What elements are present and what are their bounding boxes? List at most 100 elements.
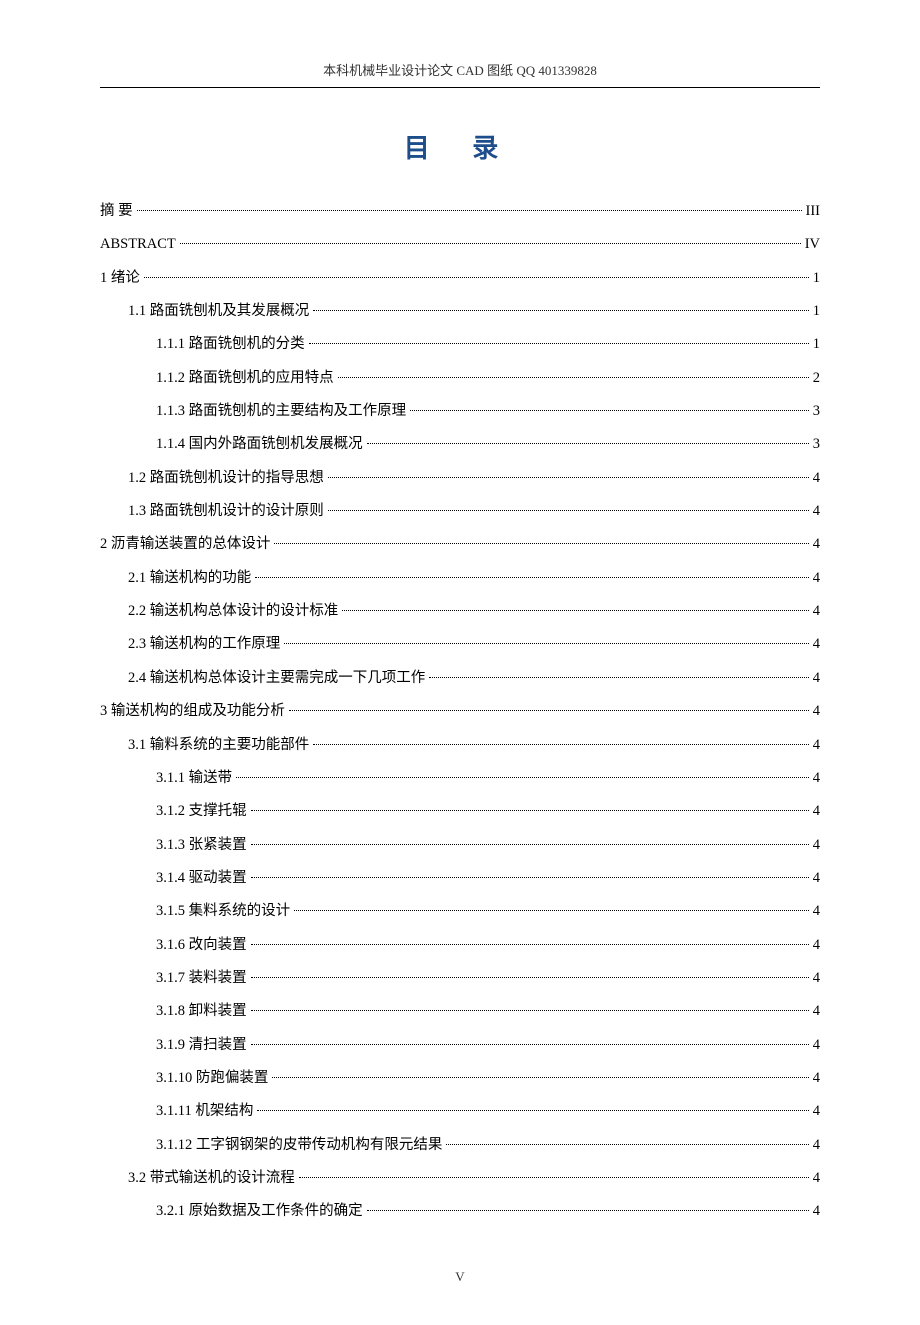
toc-entry: 3.1.9 清扫装置 4 (100, 1029, 820, 1062)
toc-entry: 3 输送机构的组成及功能分析4 (100, 695, 820, 728)
toc-entry-page: 4 (813, 1029, 820, 1062)
toc-entry: 2.3 输送机构的工作原理4 (100, 628, 820, 661)
toc-entry-label: ABSTRACT (100, 228, 176, 261)
toc-entry: 3.1.4 驱动装置4 (100, 862, 820, 895)
toc-dots (284, 643, 809, 644)
toc-entry-page: 4 (813, 1129, 820, 1162)
toc-entry-label: 3.1.9 清扫装置 (156, 1029, 247, 1062)
toc-dots (272, 1077, 808, 1078)
toc-dots (446, 1144, 808, 1145)
toc-entry-page: 4 (813, 862, 820, 895)
toc-entry-label: 1.1.1 路面铣刨机的分类 (156, 328, 305, 361)
toc-entry-label: 3.1.6 改向装置 (156, 929, 247, 962)
toc-entry-page: 4 (813, 562, 820, 595)
toc-entry: 2 沥青输送装置的总体设计4 (100, 528, 820, 561)
toc-dots (144, 277, 809, 278)
toc-entry-label: 3.1.8 卸料装置 (156, 995, 247, 1028)
toc-entry: 3.1.3 张紧装置 4 (100, 829, 820, 862)
toc-entry: 1.1.1 路面铣刨机的分类1 (100, 328, 820, 361)
toc-dots (251, 944, 809, 945)
toc-dots (342, 610, 809, 611)
toc-dots (255, 577, 809, 578)
toc-list: 摘 要IIIABSTRACTIV1 绪论11.1 路面铣刨机及其发展概况11.1… (100, 195, 820, 1229)
toc-dots (313, 310, 809, 311)
toc-dots (251, 844, 809, 845)
toc-entry-page: 4 (813, 462, 820, 495)
toc-entry: 3.1.7 装料装置 4 (100, 962, 820, 995)
toc-dots (367, 443, 809, 444)
toc-entry-label: 3.1.1 输送带 (156, 762, 232, 795)
toc-entry: 3.1.6 改向装置 4 (100, 929, 820, 962)
toc-entry-page: 4 (813, 929, 820, 962)
toc-entry: 3.1 输料系统的主要功能部件4 (100, 729, 820, 762)
toc-entry: 3.2 带式输送机的设计流程4 (100, 1162, 820, 1195)
toc-entry-label: 1.1 路面铣刨机及其发展概况 (128, 295, 309, 328)
toc-entry: ABSTRACT IV (100, 228, 820, 261)
toc-entry: 2.4 输送机构总体设计主要需完成一下几项工作4 (100, 662, 820, 695)
toc-entry-page: 2 (813, 362, 820, 395)
toc-dots (251, 1044, 809, 1045)
toc-entry: 3.1.2 支撑托辊4 (100, 795, 820, 828)
toc-entry: 1.1.4 国内外路面铣刨机发展概况 3 (100, 428, 820, 461)
toc-entry-label: 3.1.10 防跑偏装置 (156, 1062, 268, 1095)
toc-title: 目 录 (100, 128, 820, 165)
toc-entry-label: 3.1.12 工字钢钢架的皮带传动机构有限元结果 (156, 1129, 442, 1162)
toc-entry-page: 3 (813, 395, 820, 428)
toc-entry-page: 4 (813, 995, 820, 1028)
toc-dots (313, 744, 809, 745)
toc-dots (367, 1210, 809, 1211)
toc-entry: 3.1.12 工字钢钢架的皮带传动机构有限元结果 4 (100, 1129, 820, 1162)
toc-entry: 3.1.11 机架结构 4 (100, 1095, 820, 1128)
toc-entry: 2.1 输送机构的功能4 (100, 562, 820, 595)
toc-entry-label: 3.1.7 装料装置 (156, 962, 247, 995)
page-header: 本科机械毕业设计论文 CAD 图纸 QQ 401339828 (100, 60, 820, 88)
toc-entry-page: IV (805, 228, 820, 261)
toc-dots (274, 543, 808, 544)
toc-dots (429, 677, 809, 678)
toc-entry-page: III (806, 195, 821, 228)
toc-entry-page: 1 (813, 262, 820, 295)
toc-entry-page: 4 (813, 962, 820, 995)
toc-entry-page: 4 (813, 895, 820, 928)
toc-entry: 3.1.8 卸料装置 4 (100, 995, 820, 1028)
toc-dots (251, 810, 809, 811)
toc-dots (236, 777, 809, 778)
toc-entry-page: 4 (813, 695, 820, 728)
toc-entry-page: 4 (813, 495, 820, 528)
toc-entry: 3.2.1 原始数据及工作条件的确定 4 (100, 1195, 820, 1228)
toc-entry-page: 4 (813, 528, 820, 561)
toc-dots (328, 477, 809, 478)
toc-entry: 1.1.2 路面铣刨机的应用特点2 (100, 362, 820, 395)
toc-entry-page: 1 (813, 295, 820, 328)
toc-entry-label: 1.3 路面铣刨机设计的设计原则 (128, 495, 324, 528)
toc-entry-page: 4 (813, 1195, 820, 1228)
toc-entry-page: 4 (813, 662, 820, 695)
toc-dots (180, 243, 801, 244)
toc-entry-label: 3.1.3 张紧装置 (156, 829, 247, 862)
toc-entry-page: 4 (813, 1095, 820, 1128)
toc-entry-label: 2.2 输送机构总体设计的设计标准 (128, 595, 338, 628)
toc-dots (289, 710, 809, 711)
toc-entry-label: 3.1 输料系统的主要功能部件 (128, 729, 309, 762)
toc-entry-label: 摘 要 (100, 195, 133, 228)
toc-dots (137, 210, 802, 211)
toc-entry-label: 1.1.4 国内外路面铣刨机发展概况 (156, 428, 363, 461)
toc-entry: 2.2 输送机构总体设计的设计标准4 (100, 595, 820, 628)
toc-entry-page: 4 (813, 829, 820, 862)
toc-entry-page: 4 (813, 762, 820, 795)
toc-entry-label: 3.2 带式输送机的设计流程 (128, 1162, 295, 1195)
toc-dots (410, 410, 809, 411)
toc-dots (251, 977, 809, 978)
toc-entry: 3.1.5 集料系统的设计4 (100, 895, 820, 928)
toc-entry-page: 4 (813, 1062, 820, 1095)
toc-entry-page: 3 (813, 428, 820, 461)
toc-entry-page: 4 (813, 795, 820, 828)
toc-entry: 3.1.1 输送带 4 (100, 762, 820, 795)
toc-dots (251, 1010, 809, 1011)
toc-entry-label: 1.1.3 路面铣刨机的主要结构及工作原理 (156, 395, 406, 428)
toc-entry: 1 绪论1 (100, 262, 820, 295)
toc-entry: 1.1 路面铣刨机及其发展概况 1 (100, 295, 820, 328)
toc-dots (338, 377, 809, 378)
toc-entry-label: 3.1.11 机架结构 (156, 1095, 253, 1128)
toc-entry-label: 3.2.1 原始数据及工作条件的确定 (156, 1195, 363, 1228)
